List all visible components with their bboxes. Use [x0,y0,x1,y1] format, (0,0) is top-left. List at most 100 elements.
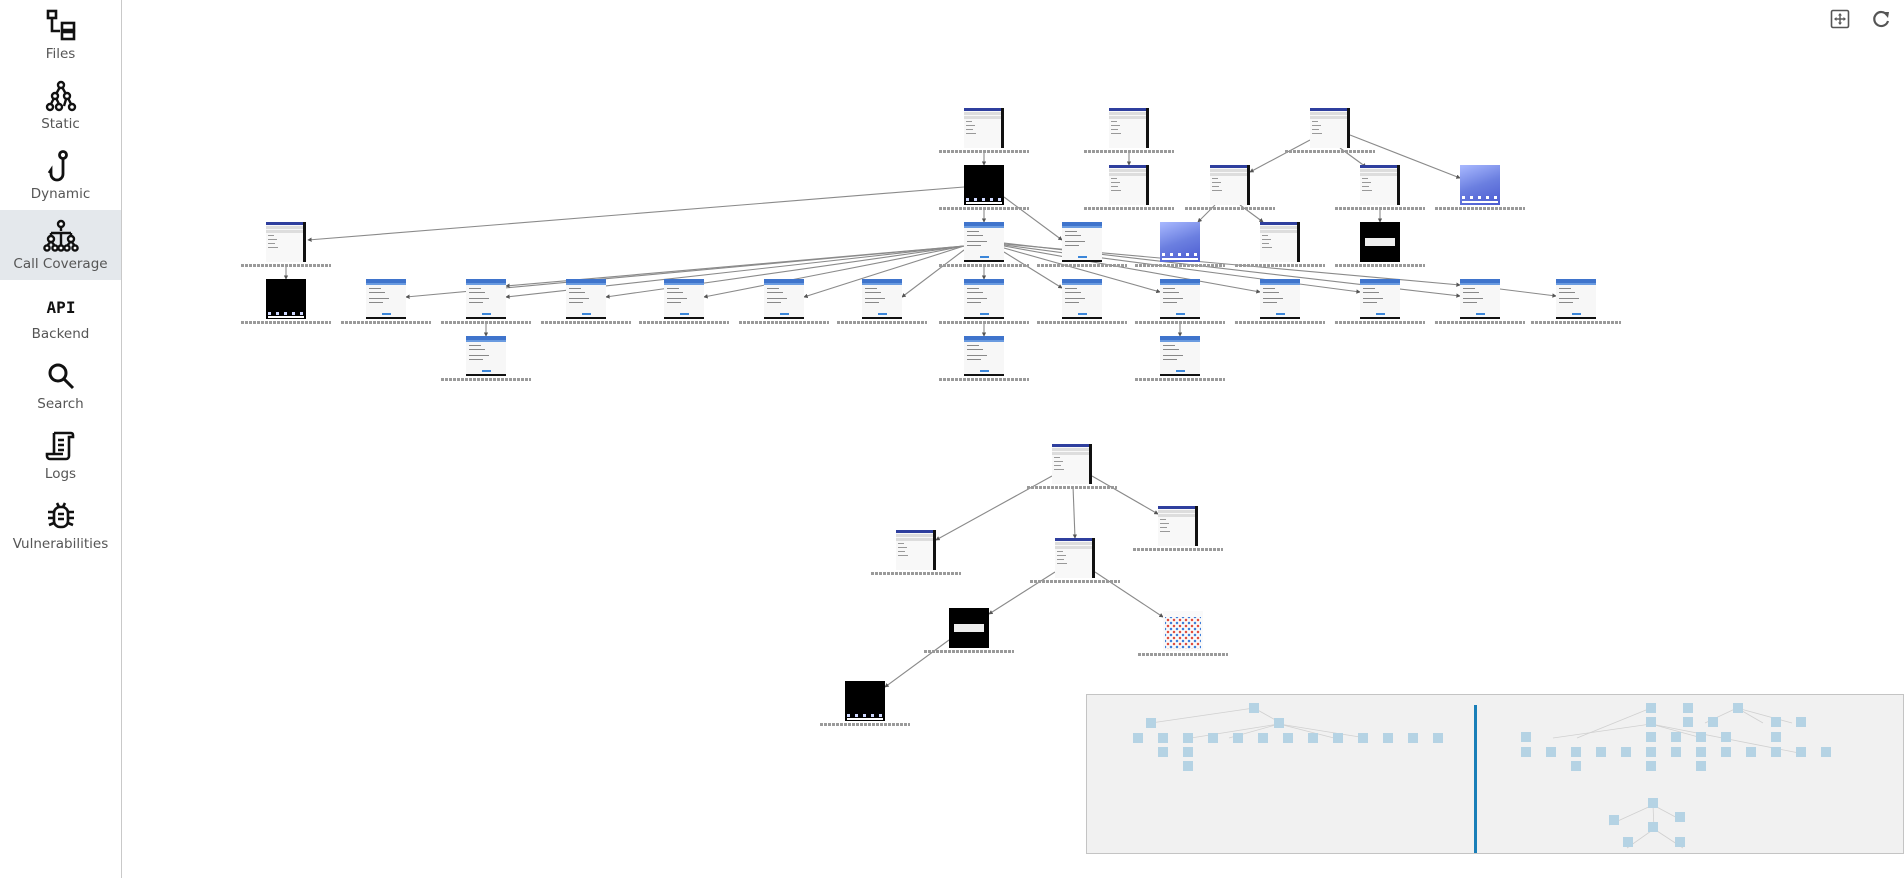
screen-node[interactable] [1185,165,1275,210]
screen-thumbnail [764,279,804,319]
screen-node[interactable] [1335,222,1425,267]
screen-node[interactable] [441,279,531,324]
screen-thumbnail [1260,279,1300,319]
screen-thumbnail [1160,279,1200,319]
screen-node[interactable] [1037,222,1127,267]
node-caption [1435,321,1525,324]
node-caption [341,321,431,324]
screen-thumbnail [1260,222,1300,262]
screen-node[interactable] [939,279,1029,324]
minimap-node [1683,717,1693,727]
node-caption [939,378,1029,381]
screen-node[interactable] [1138,611,1228,656]
minimap-node [1233,733,1243,743]
screen-node[interactable] [939,222,1029,267]
minimap-node [1696,747,1706,757]
screen-node[interactable] [1030,538,1120,583]
minimap-node [1708,717,1718,727]
screen-node[interactable] [241,279,331,324]
minimap-node [1721,747,1731,757]
node-caption [820,723,910,726]
node-caption [1335,264,1425,267]
screen-node[interactable] [441,336,531,381]
node-caption [1133,548,1223,551]
minimap-node [1146,718,1156,728]
screen-node[interactable] [541,279,631,324]
screen-node[interactable] [837,279,927,324]
minimap-node [1308,733,1318,743]
screen-node[interactable] [939,108,1029,153]
screen-node[interactable] [1135,222,1225,267]
minimap-node [1383,733,1393,743]
screen-thumbnail [1109,108,1149,148]
screen-node[interactable] [1084,165,1174,210]
screen-node[interactable] [1235,279,1325,324]
screen-node[interactable] [1133,506,1223,551]
screen-node[interactable] [1285,108,1375,153]
node-caption [639,321,729,324]
screen-node[interactable] [924,608,1014,653]
screen-node[interactable] [1037,279,1127,324]
minimap-node [1796,717,1806,727]
minimap-node [1696,761,1706,771]
screen-node[interactable] [1335,165,1425,210]
screen-node[interactable] [1027,444,1117,489]
screen-node[interactable] [241,222,331,267]
minimap-node [1646,761,1656,771]
node-caption [1285,150,1375,153]
edge [307,186,965,242]
minimap[interactable] [1086,694,1904,854]
screen-node[interactable] [639,279,729,324]
screen-thumbnail [1210,165,1250,205]
minimap-node [1646,717,1656,727]
minimap-viewport-left-edge[interactable] [1474,705,1477,853]
node-caption [441,321,531,324]
screen-node[interactable] [939,336,1029,381]
screen-thumbnail [964,336,1004,376]
minimap-node [1274,718,1284,728]
node-caption [1531,321,1621,324]
screen-node[interactable] [1135,336,1225,381]
screen-node[interactable] [1235,222,1325,267]
screen-thumbnail [466,279,506,319]
screen-node[interactable] [1435,165,1525,210]
minimap-node [1771,732,1781,742]
screen-node[interactable] [1135,279,1225,324]
minimap-node [1358,733,1368,743]
minimap-node [1571,747,1581,757]
minimap-node [1283,733,1293,743]
node-caption [241,264,331,267]
screen-node[interactable] [871,530,961,575]
minimap-node [1623,837,1633,847]
minimap-node [1571,761,1581,771]
minimap-node [1158,747,1168,757]
screen-thumbnail [266,279,306,319]
minimap-node [1648,822,1658,832]
node-caption [871,572,961,575]
screen-thumbnail [1109,165,1149,205]
edge [1003,251,1063,289]
edge [1499,288,1557,298]
minimap-node [1208,733,1218,743]
screen-node[interactable] [739,279,829,324]
screen-node[interactable] [1084,108,1174,153]
node-caption [1027,486,1117,489]
edge [1072,485,1078,539]
screen-node[interactable] [1531,279,1621,324]
minimap-node [1721,732,1731,742]
screen-node[interactable] [820,681,910,726]
node-caption [1185,207,1275,210]
minimap-node [1521,732,1531,742]
screen-node[interactable] [1335,279,1425,324]
screen-thumbnail [1052,444,1092,484]
screen-node[interactable] [341,279,431,324]
minimap-node [1696,732,1706,742]
screen-thumbnail [1556,279,1596,319]
node-caption [939,321,1029,324]
screen-node[interactable] [939,165,1029,210]
screen-thumbnail [1460,279,1500,319]
node-caption [939,207,1029,210]
minimap-node [1646,732,1656,742]
screen-thumbnail [1160,222,1200,262]
screen-node[interactable] [1435,279,1525,324]
